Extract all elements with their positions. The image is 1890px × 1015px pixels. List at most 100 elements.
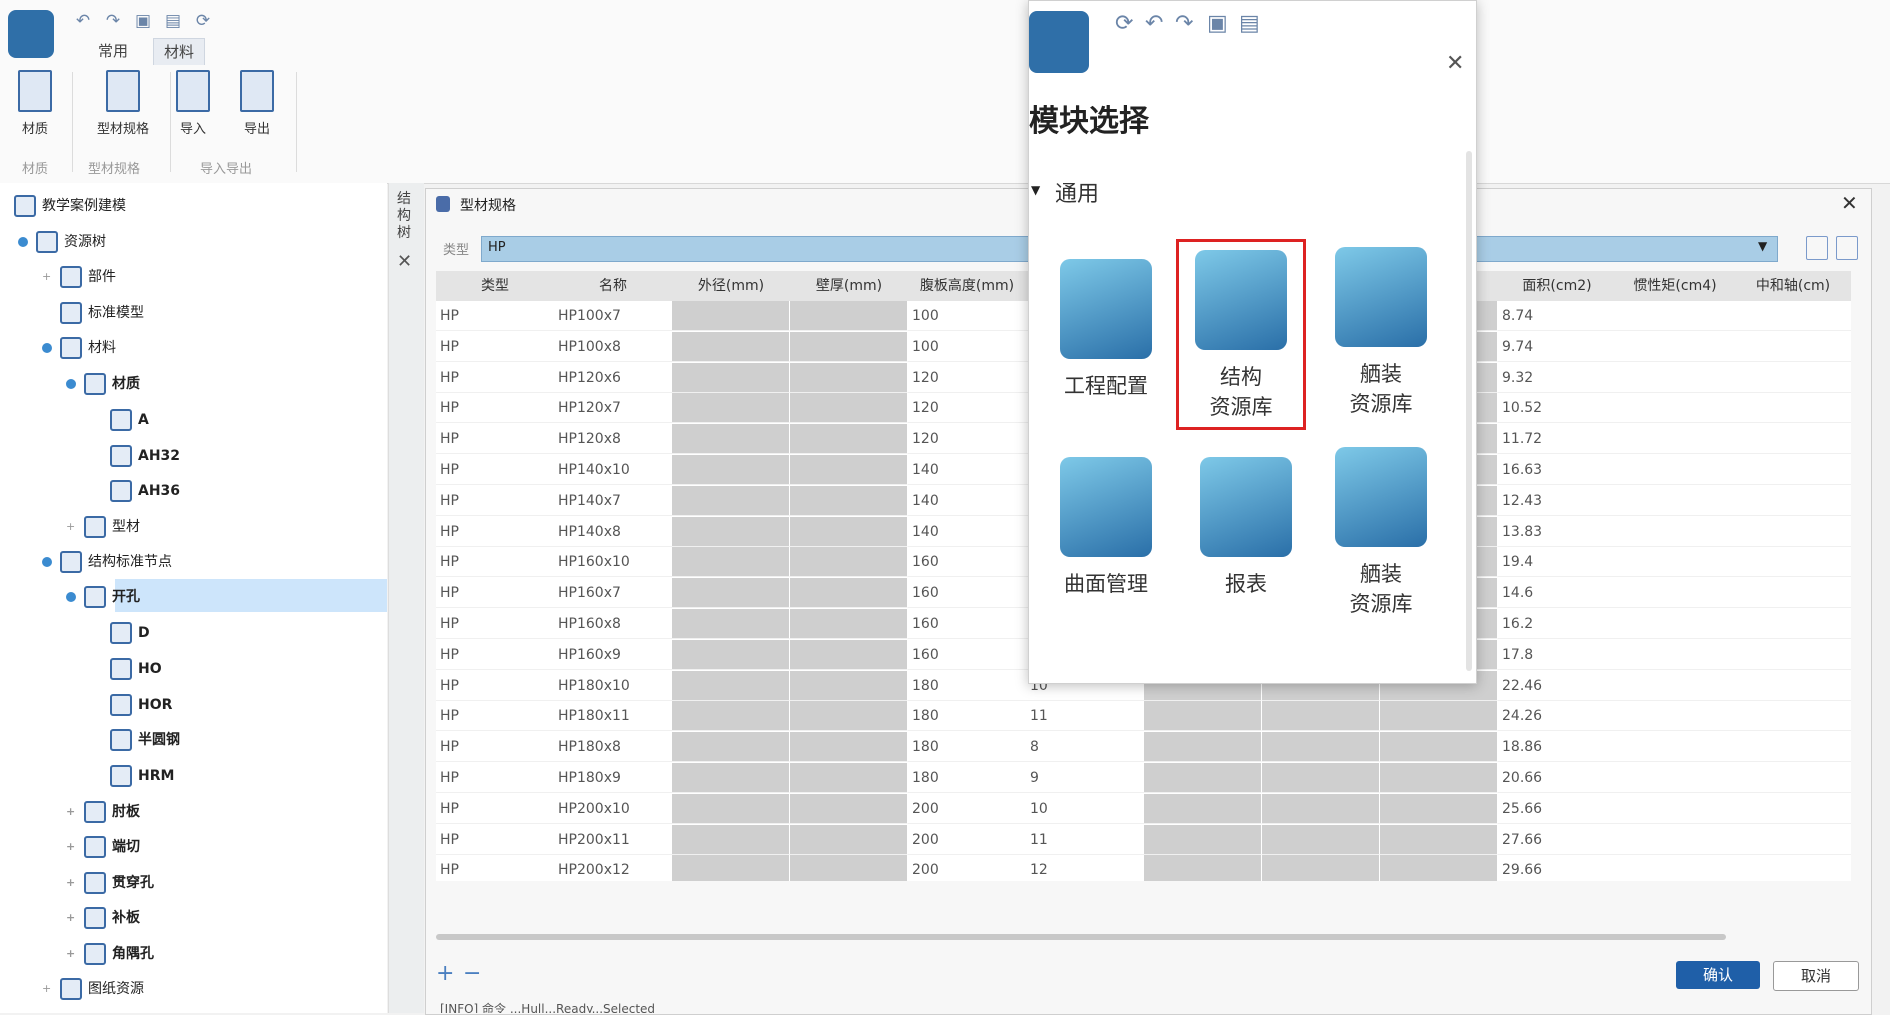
table-cell[interactable]: 25.66 [1498,794,1616,824]
table-cell[interactable] [790,609,908,639]
table-cell[interactable] [1616,578,1734,609]
table-cell[interactable] [1734,640,1851,670]
module-tile-surface-management[interactable]: 曲面管理 [1044,449,1168,634]
table-cell[interactable]: 120 [908,393,1026,424]
module-tile-structure-library[interactable]: 结构 资源库 [1176,239,1306,430]
column-header[interactable]: 中和轴(cm) [1734,271,1851,301]
table-cell[interactable] [790,732,908,763]
table-cell[interactable]: 18.86 [1498,732,1616,763]
collapse-group-icon[interactable]: ▼ [1031,183,1040,197]
tab-common[interactable]: 常用 [88,38,138,64]
table-cell[interactable]: HP180x11 [554,701,672,732]
table-cell[interactable] [1616,671,1734,701]
add-row-icon[interactable]: + [436,961,454,986]
save-all-icon[interactable]: ▤ [162,10,184,32]
table-cell[interactable] [790,701,908,732]
table-cell[interactable]: 14.6 [1498,578,1616,609]
table-cell[interactable] [790,301,908,331]
table-cell[interactable]: 17.8 [1498,640,1616,670]
table-cell[interactable]: 19.4 [1498,547,1616,578]
tree-root[interactable]: 教学案例建模 [14,191,126,221]
table-cell[interactable]: HP120x8 [554,424,672,455]
table-cell[interactable] [1380,824,1498,855]
table-cell[interactable] [672,424,790,455]
table-cell[interactable] [672,516,790,547]
table-cell[interactable]: 160 [908,578,1026,609]
table-cell[interactable]: 120 [908,363,1026,393]
table-cell[interactable] [790,485,908,516]
table-cell[interactable] [1734,825,1851,855]
table-cell[interactable] [790,393,908,424]
table-cell[interactable] [1262,701,1380,732]
table-cell[interactable] [1734,671,1851,701]
table-cell[interactable]: 16.63 [1498,455,1616,485]
table-cell[interactable]: 22.46 [1498,671,1616,701]
table-cell[interactable]: 29.66 [1498,855,1616,881]
undo-icon[interactable]: ↶ [72,10,94,32]
table-cell[interactable] [1616,301,1734,331]
table-cell[interactable] [1144,763,1262,793]
close-icon[interactable]: ✕ [1446,51,1464,76]
table-cell[interactable] [1734,393,1851,424]
table-cell[interactable]: HP140x7 [554,486,672,516]
table-cell[interactable] [1616,609,1734,639]
table-cell[interactable]: 16.2 [1498,609,1616,639]
tree-item-structural-nodes[interactable]: 结构标准节点 [42,547,172,577]
table-cell[interactable] [1380,763,1498,793]
tree-item-bracket[interactable]: + 肘板 [66,797,140,827]
column-header[interactable]: 名称 [554,271,673,301]
table-cell[interactable]: 200 [908,794,1026,824]
table-cell[interactable]: HP [436,855,554,881]
table-cell[interactable]: HP160x7 [554,578,672,609]
table-cell[interactable] [1144,855,1262,881]
table-cell[interactable]: 10.52 [1498,393,1616,424]
table-cell[interactable] [790,763,908,793]
table-cell[interactable] [790,793,908,824]
table-cell[interactable] [1616,855,1734,881]
table-cell[interactable] [1144,824,1262,855]
table-cell[interactable]: 24.26 [1498,701,1616,732]
tree-item-d[interactable]: D [110,618,150,648]
table-cell[interactable]: HP140x8 [554,517,672,547]
tree-item-materials[interactable]: 材料 [42,333,116,363]
save-all-icon[interactable]: ▤ [1239,11,1260,36]
table-cell[interactable] [672,609,790,639]
table-cell[interactable]: HP200x10 [554,794,672,824]
table-cell[interactable]: HP200x11 [554,825,672,855]
table-cell[interactable] [1616,763,1734,793]
table-cell[interactable] [1262,732,1380,763]
module-tile-project-config[interactable]: 工程配置 [1044,251,1168,436]
column-header[interactable]: 壁厚(mm) [790,271,909,301]
table-cell[interactable] [1380,793,1498,824]
table-cell[interactable]: HP120x6 [554,363,672,393]
table-cell[interactable]: HP [436,547,554,578]
tree-item-ah36[interactable]: AH36 [110,476,180,506]
table-cell[interactable] [1616,424,1734,455]
table-cell[interactable] [1380,855,1498,881]
table-cell[interactable] [1144,701,1262,732]
table-cell[interactable]: 100 [908,301,1026,331]
table-cell[interactable] [1734,578,1851,609]
save-icon[interactable]: ▣ [132,10,154,32]
table-cell[interactable] [1734,763,1851,793]
tree-item-material-grade[interactable]: 材质 [66,369,140,399]
table-cell[interactable] [1616,393,1734,424]
table-cell[interactable] [1616,517,1734,547]
table-cell[interactable] [672,763,790,793]
horizontal-scrollbar[interactable] [436,934,1726,940]
tree-item-patch-plate[interactable]: + 补板 [66,903,140,933]
tree-item-penetration[interactable]: + 贯穿孔 [66,868,154,898]
table-cell[interactable]: HP100x7 [554,301,672,331]
save-icon[interactable]: ▣ [1207,11,1228,36]
module-tile-outfitting-library[interactable]: 舾装 资源库 [1319,239,1443,424]
table-cell[interactable] [1734,455,1851,485]
table-cell[interactable] [672,393,790,424]
table-cell[interactable] [672,455,790,485]
table-cell[interactable]: HP200x12 [554,855,672,881]
table-cell[interactable] [672,855,790,881]
app-logo-icon[interactable] [8,10,54,58]
table-cell[interactable]: 200 [908,825,1026,855]
table-cell[interactable]: 8 [1026,732,1144,763]
import-icon[interactable] [1806,236,1828,260]
table-cell[interactable]: HP [436,578,554,609]
